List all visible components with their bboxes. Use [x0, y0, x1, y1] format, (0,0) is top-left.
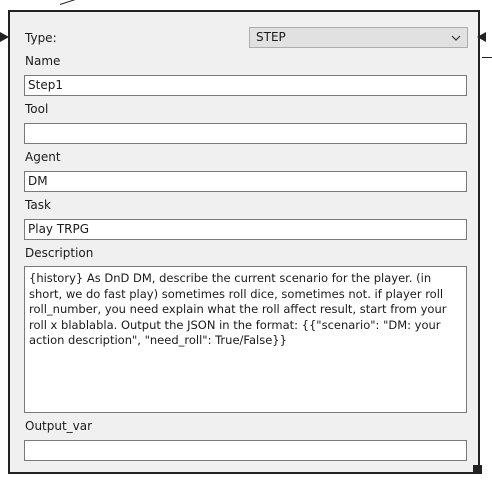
task-field[interactable]: Play TRPG: [24, 219, 467, 240]
name-label: Name: [25, 54, 61, 68]
tool-field[interactable]: [24, 123, 467, 144]
output-port-arrow-icon[interactable]: [477, 32, 486, 42]
agent-field[interactable]: DM: [24, 171, 467, 192]
connection-line-right: [482, 57, 492, 58]
agent-label: Agent: [25, 150, 61, 164]
type-label: Type:: [25, 31, 57, 45]
output-var-field[interactable]: [24, 440, 467, 461]
resize-grip-icon[interactable]: [473, 465, 482, 474]
description-textarea[interactable]: {history} As DnD DM, describe the curren…: [24, 266, 467, 413]
input-port-arrow-icon[interactable]: [0, 32, 9, 42]
name-field[interactable]: Step1: [24, 75, 467, 96]
type-select[interactable]: STEP: [249, 27, 468, 48]
connection-line-top: [59, 0, 104, 5]
type-select-value: STEP: [256, 30, 286, 44]
task-label: Task: [25, 198, 51, 212]
chevron-down-icon: [449, 29, 463, 47]
tool-label: Tool: [25, 102, 49, 116]
description-label: Description: [25, 246, 94, 260]
output-var-label: Output_var: [25, 419, 93, 433]
